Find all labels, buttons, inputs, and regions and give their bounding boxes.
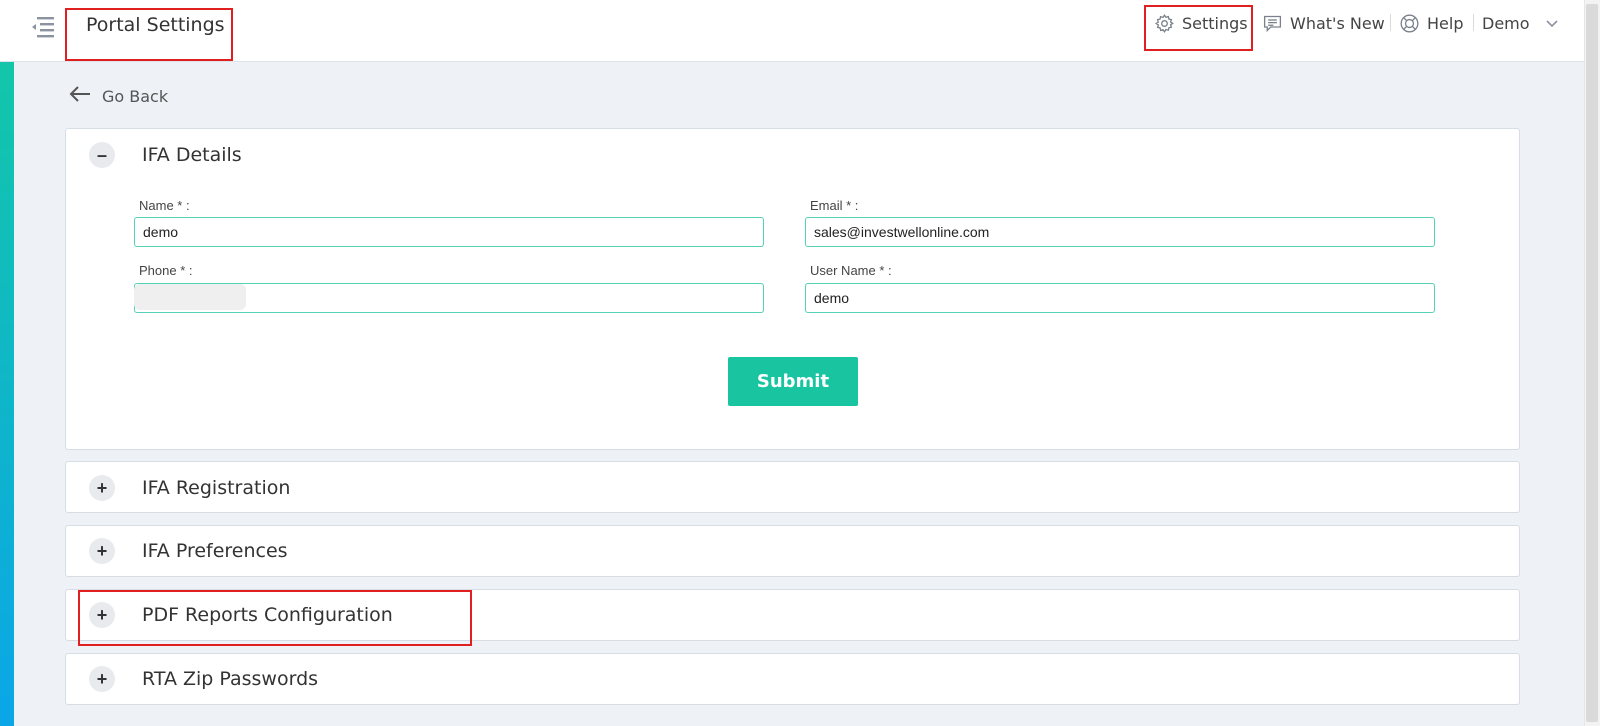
- panel-ifa-registration[interactable]: + IFA Registration: [65, 461, 1520, 513]
- help-link[interactable]: Help: [1399, 11, 1463, 35]
- name-label: Name * :: [139, 198, 190, 213]
- settings-label: Settings: [1182, 13, 1248, 33]
- panel-title[interactable]: IFA Preferences: [142, 540, 288, 562]
- left-accent-stripe: [0, 62, 14, 726]
- panel-rta-zip-passwords[interactable]: + RTA Zip Passwords: [65, 653, 1520, 705]
- chevron-down-icon: [1545, 14, 1559, 33]
- pdf-reports-highlight-box: [78, 590, 472, 646]
- email-label: Email * :: [810, 198, 859, 213]
- panel-title[interactable]: IFA Registration: [142, 477, 290, 499]
- expand-toggle-icon[interactable]: +: [89, 538, 115, 564]
- expand-toggle-icon[interactable]: +: [89, 666, 115, 692]
- page-title: Portal Settings: [86, 14, 225, 36]
- user-name: Demo: [1482, 13, 1530, 33]
- panel-ifa-preferences[interactable]: + IFA Preferences: [65, 525, 1520, 577]
- menu-toggle-icon[interactable]: [30, 14, 56, 40]
- scrollbar-thumb[interactable]: [1586, 4, 1598, 722]
- go-back-link[interactable]: Go Back: [68, 84, 168, 108]
- header-divider: [1473, 14, 1474, 31]
- top-header: Portal Settings Settings What's New Help…: [0, 0, 1584, 62]
- whats-new-link[interactable]: What's New: [1262, 11, 1385, 35]
- gear-icon: [1154, 13, 1175, 34]
- portal-settings-page: Portal Settings Settings What's New Help…: [0, 0, 1600, 726]
- panel-title[interactable]: IFA Details: [142, 144, 242, 166]
- chat-icon: [1262, 13, 1283, 34]
- expand-toggle-icon[interactable]: +: [89, 475, 115, 501]
- redacted-phone-value: [134, 284, 246, 310]
- name-field[interactable]: [134, 217, 764, 247]
- vertical-scrollbar[interactable]: [1584, 0, 1600, 726]
- whats-new-label: What's New: [1290, 13, 1385, 33]
- help-label: Help: [1427, 13, 1464, 33]
- submit-button[interactable]: Submit: [728, 357, 858, 406]
- lifebuoy-icon: [1399, 13, 1420, 34]
- arrow-left-icon: [68, 85, 92, 107]
- username-field[interactable]: [805, 283, 1435, 313]
- collapse-toggle-icon[interactable]: –: [89, 142, 115, 168]
- panel-title[interactable]: RTA Zip Passwords: [142, 668, 318, 690]
- email-field[interactable]: [805, 217, 1435, 247]
- go-back-label: Go Back: [102, 86, 169, 106]
- user-menu[interactable]: Demo: [1482, 11, 1559, 35]
- username-label: User Name * :: [810, 263, 892, 278]
- settings-link[interactable]: Settings: [1154, 11, 1248, 35]
- header-divider: [1390, 14, 1391, 31]
- phone-label: Phone * :: [139, 263, 193, 278]
